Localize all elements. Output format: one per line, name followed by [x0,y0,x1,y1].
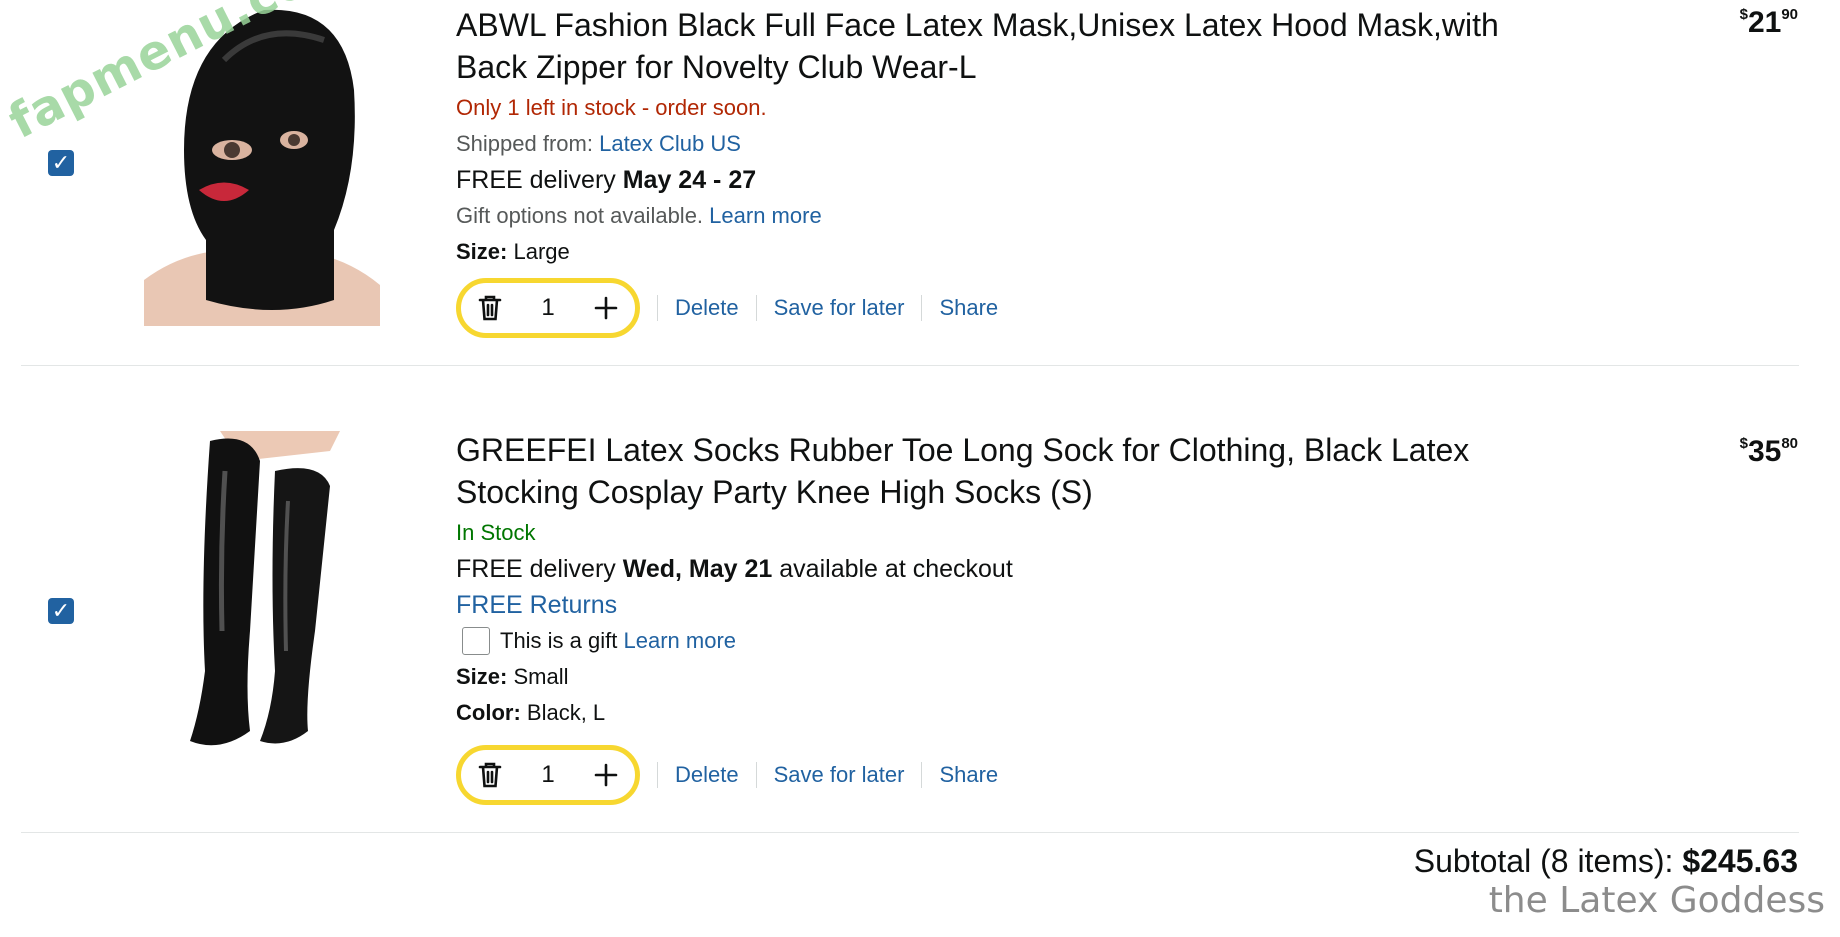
subtotal-label: Subtotal (8 items): [1413,843,1674,879]
color-label: Color: [456,700,521,725]
share-button[interactable]: Share [921,295,1015,321]
product-title[interactable]: ABWL Fashion Black Full Face Latex Mask,… [456,4,1556,88]
learn-more-link[interactable]: Learn more [624,623,737,659]
free-returns-link[interactable]: FREE Returns [456,587,1556,623]
color-info: Color: Black, L [456,695,1556,731]
item-details: GREEFEI Latex Socks Rubber Toe Long Sock… [456,429,1556,731]
delivery-prefix: FREE delivery [456,555,616,583]
item-divider [21,832,1799,833]
size-info: Size: Large [456,234,1556,270]
learn-more-link[interactable]: Learn more [709,203,822,228]
product-title[interactable]: GREEFEI Latex Socks Rubber Toe Long Sock… [456,429,1556,513]
delivery-date: Wed, May 21 [622,555,773,583]
plus-icon[interactable] [591,760,621,790]
quantity-value: 1 [541,761,555,788]
item-select-checkbox[interactable]: ✓ [48,598,74,624]
price-currency: $ [1739,6,1748,23]
size-label: Size: [456,239,508,264]
item-price: $2190 [1740,6,1798,40]
size-info: Size: Small [456,659,1556,695]
price-dollars: 35 [1747,435,1782,468]
trash-icon[interactable] [475,760,505,790]
delivery-date: May 24 - 27 [622,166,757,194]
quantity-stepper[interactable]: 1 [456,278,640,338]
item-details: ABWL Fashion Black Full Face Latex Mask,… [456,4,1556,270]
delete-button[interactable]: Delete [657,762,756,788]
price-cents: 90 [1781,6,1798,23]
size-value: Small [513,664,569,689]
item-divider [21,365,1799,366]
price-cents: 80 [1781,435,1798,452]
latex-socks-image [180,431,345,753]
price-dollars: 21 [1747,6,1782,39]
quantity-value: 1 [541,294,555,321]
item-price: $3580 [1740,435,1798,469]
subtotal-value: $245.63 [1682,843,1798,879]
delivery-info: FREE delivery Wed, May 21 available at c… [456,551,1556,587]
product-image[interactable] [180,431,345,753]
cart-subtotal: Subtotal (8 items): $245.63 [1414,843,1798,880]
shipped-from: Shipped from: Latex Club US [456,126,1556,162]
size-label: Size: [456,664,508,689]
shipped-from-label: Shipped from: [456,131,593,156]
gift-options-text: Gift options not available. [456,203,704,228]
price-currency: $ [1739,435,1748,452]
quantity-actions: 1 Delete Save for later Share [456,278,1015,338]
delete-button[interactable]: Delete [657,295,756,321]
delivery-info: FREE delivery May 24 - 27 [456,162,1556,198]
stock-status: In Stock [456,520,536,545]
share-button[interactable]: Share [921,762,1015,788]
delivery-prefix: FREE delivery [456,166,616,194]
seller-link[interactable]: Latex Club US [599,131,741,156]
delivery-suffix: available at checkout [779,555,1013,583]
stock-status: Only 1 left in stock - order soon. [456,95,767,120]
watermark-caption: the Latex Goddess [1488,880,1825,921]
gift-label: This is a gift [500,628,618,653]
gift-checkbox[interactable] [462,627,490,655]
size-value: Large [513,239,570,264]
plus-icon[interactable] [591,293,621,323]
save-for-later-button[interactable]: Save for later [755,295,922,321]
save-for-later-button[interactable]: Save for later [755,762,922,788]
color-value: Black, L [526,700,606,725]
item-select-checkbox[interactable]: ✓ [48,150,74,176]
gift-options: Gift options not available. Learn more [456,198,1556,234]
cart-item: ✓ ABWL Fashion Black Full Face Latex Mas… [0,0,1800,366]
cart-item: ✓ GREEFEI Latex Socks Rubber Toe Long So… [0,367,1800,832]
quantity-actions: 1 Delete Save for later Share [456,745,1015,805]
trash-icon[interactable] [475,293,505,323]
gift-option: This is a gift Learn more [456,623,1556,659]
quantity-stepper[interactable]: 1 [456,745,640,805]
